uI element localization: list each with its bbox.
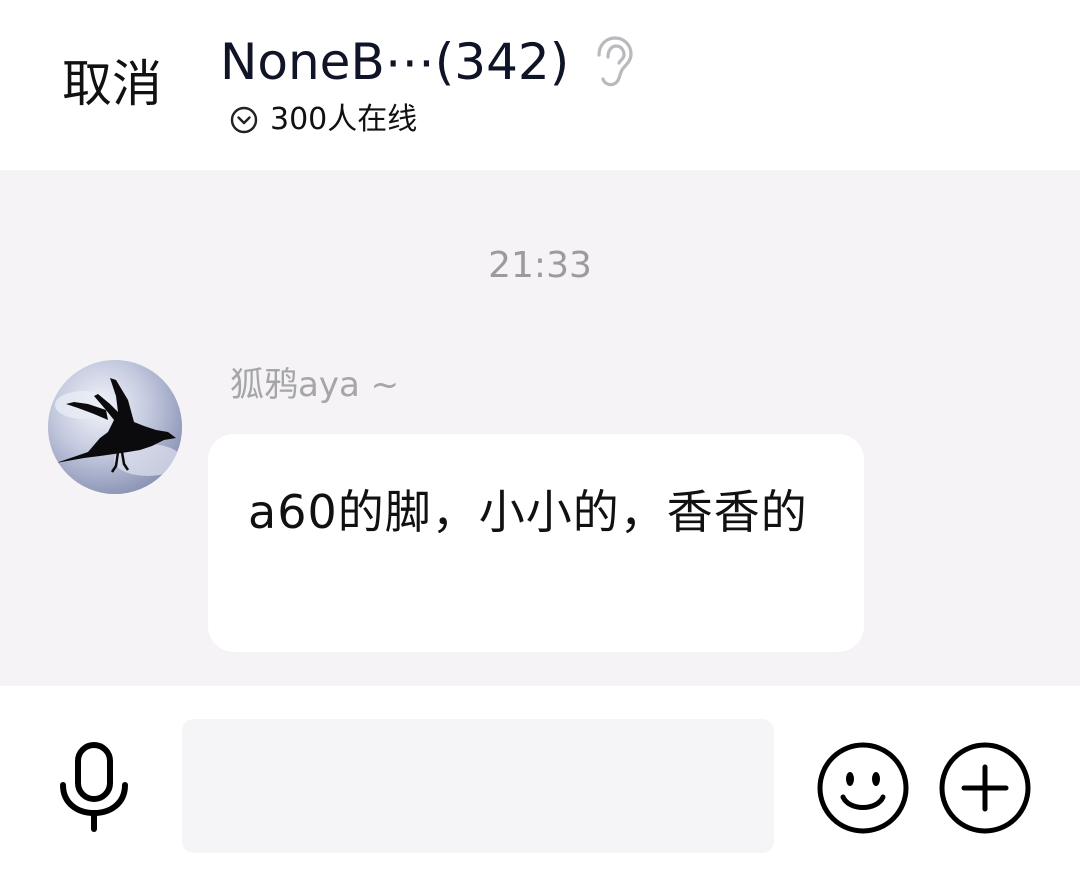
input-bar bbox=[0, 686, 1080, 888]
message-input[interactable] bbox=[182, 719, 774, 853]
sender-name: 狐鸦aya ~ bbox=[230, 365, 400, 405]
chevron-down-circle-icon bbox=[230, 106, 258, 134]
plus-circle-icon[interactable] bbox=[938, 741, 1032, 835]
smiley-icon[interactable] bbox=[816, 741, 910, 835]
message-timestamp: 21:33 bbox=[488, 245, 592, 286]
chat-header: 取消 NoneB⋯(342) 300人在线 bbox=[0, 0, 1080, 170]
sender-avatar[interactable] bbox=[48, 360, 182, 494]
online-count-text: 300人在线 bbox=[270, 102, 418, 137]
message-bubble[interactable]: a60的脚，小小的，香香的 bbox=[208, 434, 864, 652]
online-count-row[interactable]: 300人在线 bbox=[230, 100, 417, 140]
ear-icon[interactable] bbox=[591, 35, 635, 89]
cancel-button[interactable]: 取消 bbox=[62, 52, 162, 116]
message-list[interactable]: 21:33 狐鸦aya ~ a60的脚，小小的，香香的 bbox=[0, 170, 1080, 686]
group-title-row[interactable]: NoneB⋯(342) bbox=[220, 30, 635, 94]
group-title: NoneB⋯(342) bbox=[220, 33, 570, 91]
message-text: a60的脚，小小的，香香的 bbox=[248, 485, 808, 539]
microphone-icon[interactable] bbox=[56, 741, 132, 833]
chat-screen: 取消 NoneB⋯(342) 300人在线 21:33 狐鸦aya ~ a60的… bbox=[0, 0, 1080, 888]
